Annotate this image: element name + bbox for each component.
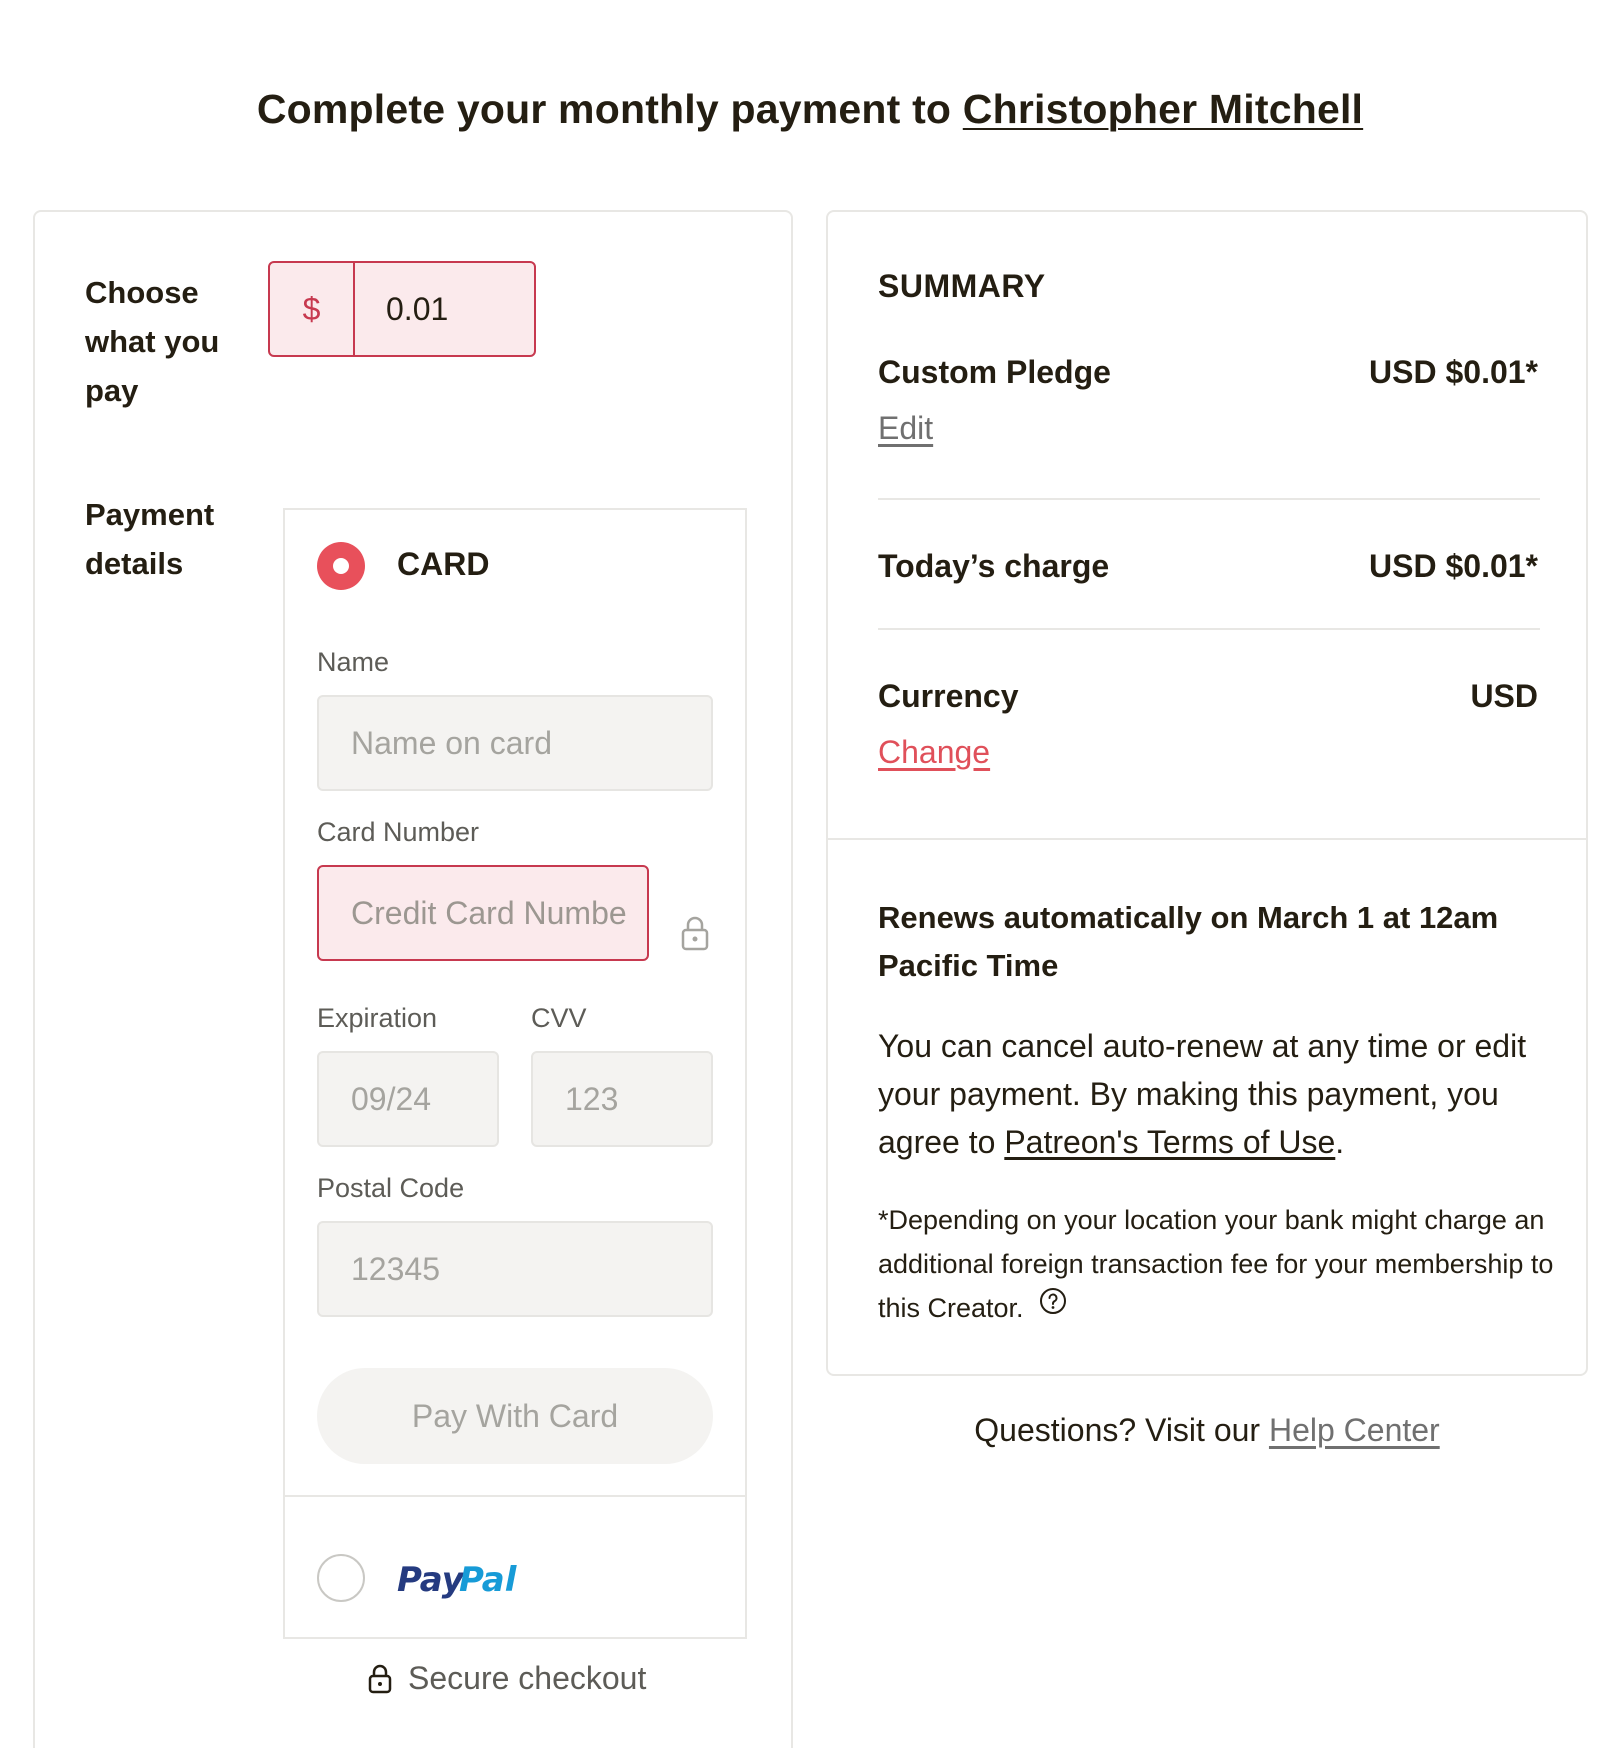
- payment-details-label: Payment details: [85, 497, 215, 581]
- cvv-input[interactable]: 123: [531, 1051, 713, 1147]
- checkout-page: Complete your monthly payment to Christo…: [0, 0, 1620, 1748]
- postal-code-label: Postal Code: [317, 1173, 465, 1203]
- edit-link[interactable]: Edit: [878, 410, 933, 447]
- summary-panel: SUMMARY Custom Pledge USD $0.01* Edit To…: [826, 210, 1588, 1376]
- page-title: Complete your monthly payment to Christo…: [0, 86, 1620, 133]
- help-center-link[interactable]: Help Center: [1269, 1412, 1440, 1448]
- page-title-prefix: Complete your monthly payment to: [256, 86, 952, 132]
- pledge-value: USD $0.01*: [1369, 354, 1538, 390]
- creator-link[interactable]: Christopher Mitchell: [963, 86, 1363, 132]
- expiration-label: Expiration: [317, 1003, 438, 1033]
- payment-panel: Choose what you pay $ 0.01 Payment detai…: [33, 210, 793, 1748]
- paypal-radio[interactable]: [317, 1554, 365, 1602]
- terms-link[interactable]: Patreon's Terms of Use: [1004, 1124, 1335, 1160]
- todays-charge-value: USD $0.01*: [1369, 548, 1538, 584]
- fee-note-text: *Depending on your location your bank mi…: [878, 1205, 1554, 1323]
- change-currency-link[interactable]: Change: [878, 734, 990, 771]
- renew-title: Renews automatically on March 1 at 12am …: [878, 900, 1499, 983]
- divider: [285, 1495, 745, 1497]
- card-option-label[interactable]: CARD: [397, 546, 489, 583]
- todays-charge-label: Today’s charge: [878, 548, 1110, 584]
- payment-method-box: CARD Name Name on card Card Number Credi…: [283, 508, 747, 1639]
- name-input[interactable]: Name on card: [317, 695, 713, 791]
- choose-amount-label: Choose what you pay: [85, 275, 220, 408]
- pledge-label: Custom Pledge: [878, 354, 1111, 390]
- lock-icon: [368, 1664, 392, 1693]
- help-line: Questions? Visit our Help Center: [826, 1412, 1588, 1449]
- pay-with-card-button[interactable]: Pay With Card: [317, 1368, 713, 1464]
- cvv-label: CVV: [531, 1003, 587, 1033]
- currency-value: USD: [1470, 678, 1538, 714]
- currency-label: Currency: [878, 678, 1019, 714]
- divider: [828, 838, 1586, 840]
- postal-code-input[interactable]: 12345: [317, 1221, 713, 1317]
- name-label: Name: [317, 647, 390, 677]
- paypal-wordmark: Pay Pal: [397, 1560, 518, 1599]
- divider: [878, 628, 1540, 630]
- radio-dot: [333, 558, 349, 574]
- amount-input[interactable]: 0.01: [355, 263, 534, 355]
- question-circle-icon[interactable]: [1039, 1287, 1067, 1315]
- divider: [878, 498, 1540, 500]
- svg-text:Pay: Pay: [397, 1560, 466, 1599]
- secure-checkout: Secure checkout: [368, 1660, 646, 1697]
- paypal-logo[interactable]: Pay Pal: [397, 1554, 521, 1604]
- secure-checkout-label: Secure checkout: [408, 1660, 647, 1696]
- summary-title: SUMMARY: [878, 268, 1046, 304]
- amount-input-group[interactable]: $ 0.01: [268, 261, 536, 357]
- expiration-input[interactable]: 09/24: [317, 1051, 499, 1147]
- renew-text: You can cancel auto-renew at any time or…: [878, 1022, 1558, 1166]
- lock-icon: [681, 916, 709, 951]
- currency-symbol: $: [270, 263, 355, 355]
- renew-text-end: .: [1335, 1124, 1345, 1160]
- help-prefix: Questions? Visit our: [974, 1412, 1261, 1448]
- card-radio[interactable]: [317, 542, 365, 590]
- svg-text:Pal: Pal: [459, 1560, 518, 1599]
- fee-note: *Depending on your location your bank mi…: [878, 1198, 1558, 1330]
- card-number-label: Card Number: [317, 817, 480, 847]
- card-number-input[interactable]: Credit Card Numbe: [317, 865, 649, 961]
